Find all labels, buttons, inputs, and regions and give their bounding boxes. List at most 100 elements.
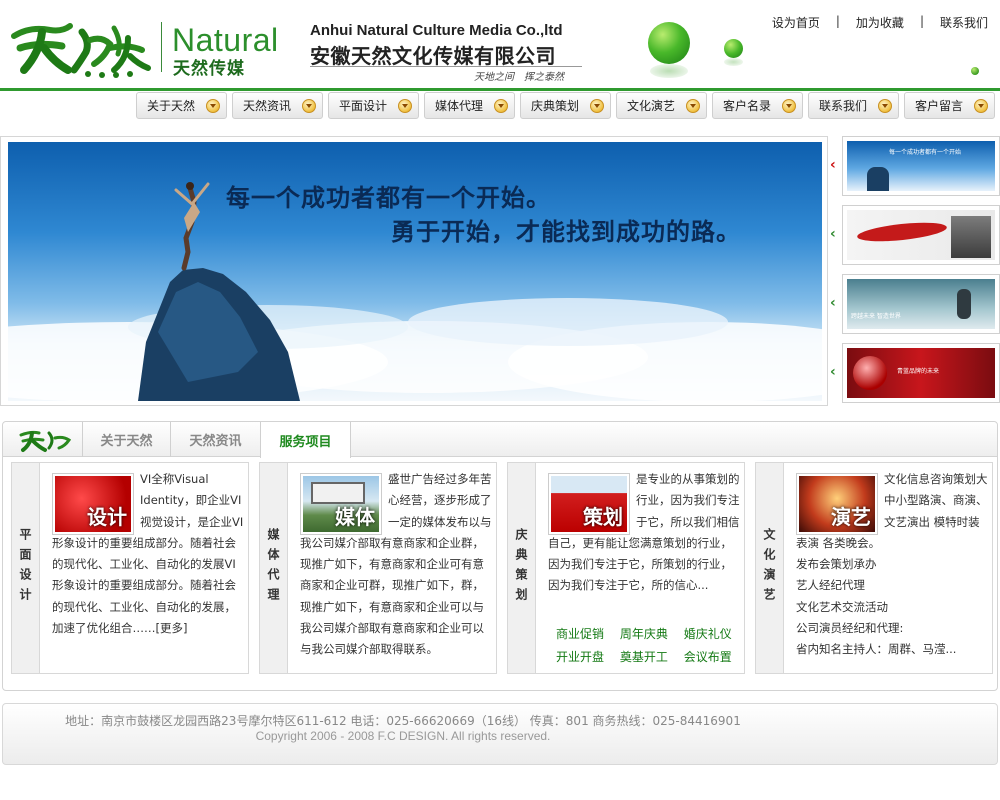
thumbnail-image: 青蓝品牌的未来 — [847, 348, 995, 398]
nav-media-agency[interactable]: 媒体代理 — [424, 92, 515, 119]
nav-label: 媒体代理 — [435, 99, 484, 113]
service-description: 文化信息咨询策划大中小型路演、商演、文艺演出 模特时装表演 各类晚会。 发布会策… — [796, 469, 988, 661]
thumbnail-item[interactable]: ‹ 每一个成功者都有一个开始 — [828, 136, 1000, 196]
service-link[interactable]: 婚庆礼仪 — [676, 623, 740, 646]
dropdown-arrow-icon — [878, 99, 892, 113]
add-favorite-link[interactable]: 加为收藏 — [856, 14, 904, 31]
thumbnail-caption: 青蓝品牌的未来 — [897, 368, 940, 375]
thumbnail-item[interactable]: ‹ 跨越未来 智造世界 — [828, 274, 1000, 334]
nav-label: 关于天然 — [147, 99, 196, 113]
service-line: 发布会策划承办 — [796, 557, 877, 572]
thumbnail-caption: 每一个成功者都有一个开始 — [889, 149, 962, 156]
company-name-chinese: 安徽天然文化传媒有限公司 — [310, 44, 556, 68]
dropdown-arrow-icon — [398, 99, 412, 113]
service-card-performance: 文化演艺 演艺 文化信息咨询策划大中小型路演、商演、文艺演出 模特时装表演 各类… — [755, 462, 993, 674]
tab-logo — [3, 422, 83, 457]
dropdown-arrow-icon — [302, 99, 316, 113]
green-orb-icon — [648, 22, 690, 64]
service-link[interactable]: 会议布置 — [676, 646, 740, 669]
company-underline — [310, 66, 582, 67]
green-orb-icon — [971, 67, 979, 75]
nav-graphic-design[interactable]: 平面设计 — [328, 92, 419, 119]
contact-us-link[interactable]: 联系我们 — [940, 14, 988, 31]
logo-chinese: 天然传媒 — [173, 59, 245, 79]
service-line: 省内知名主持人：周群、马滢... — [796, 642, 957, 657]
logo-calligraphy-icon[interactable] — [10, 18, 155, 80]
service-link[interactable]: 周年庆典 — [612, 623, 676, 646]
chevron-left-icon: ‹ — [830, 295, 836, 311]
dropdown-arrow-icon — [974, 99, 988, 113]
logo-divider — [161, 22, 162, 72]
tab-services[interactable]: 服务项目 — [260, 422, 351, 458]
service-line: 公司演员经纪和代理: — [796, 621, 904, 636]
banner-frame: 每一个成功者都有一个开始。 勇于开始，才能找到成功的路。 — [0, 136, 828, 406]
dropdown-arrow-icon — [590, 99, 604, 113]
dropdown-arrow-icon — [686, 99, 700, 113]
thumbnail-globe — [853, 356, 887, 390]
dropdown-arrow-icon — [494, 99, 508, 113]
service-line: 艺人经纪代理 — [796, 578, 865, 593]
top-links: 设为首页 | 加为收藏 | 联系我们 — [772, 14, 988, 31]
tab-about[interactable]: 关于天然 — [83, 422, 171, 457]
thumbnail-rock — [867, 167, 889, 191]
service-links: 商业促销 周年庆典 婚庆礼仪 开业开盘 奠基开工 会议布置 — [548, 623, 740, 669]
service-card-media: 媒体代理 媒体 盛世广告经过多年苦心经营，逐步形成了一定的媒体发布以与我公司媒介… — [259, 462, 497, 674]
green-orb-icon — [724, 39, 743, 58]
thumbnail-image: 跨越未来 智造世界 — [847, 279, 995, 329]
nav-label: 平面设计 — [339, 99, 388, 113]
chevron-left-icon: ‹ — [830, 364, 836, 380]
more-link[interactable]: [更多] — [156, 621, 188, 635]
service-link[interactable]: 商业促销 — [548, 623, 612, 646]
link-separator: | — [919, 14, 924, 28]
service-description: 盛世广告经过多年苦心经营，逐步形成了一定的媒体发布以与我公司媒介部取有意商家和企… — [300, 472, 492, 657]
thumbnail-frame — [842, 205, 1000, 265]
service-link[interactable]: 奠基开工 — [612, 646, 676, 669]
set-homepage-link[interactable]: 设为首页 — [772, 14, 820, 31]
orb-reflection — [650, 64, 688, 78]
chevron-left-icon: ‹ — [830, 157, 836, 173]
thumbnail-item[interactable]: ‹ — [828, 205, 1000, 265]
nav-celebration[interactable]: 庆典策划 — [520, 92, 611, 119]
nav-about[interactable]: 关于天然 — [136, 92, 227, 119]
thumbnail-caption: 跨越未来 智造世界 — [851, 313, 901, 320]
services-panel: 关于天然 天然资讯 服务项目 平面设计 设计 VI全称Visual Identi… — [2, 421, 998, 691]
nav-guestbook[interactable]: 客户留言 — [904, 92, 995, 119]
footer-address: 地址：南京市鼓楼区龙园西路23号摩尔特区611-612 电话：025-66620… — [65, 714, 741, 728]
nav-performance[interactable]: 文化演艺 — [616, 92, 707, 119]
link-separator: | — [835, 14, 840, 28]
service-description: VI全称Visual Identity，即企业VI视觉设计，是企业VI形象设计的… — [52, 472, 244, 636]
nav-news[interactable]: 天然资讯 — [232, 92, 323, 119]
service-side-label: 媒体代理 — [260, 463, 288, 673]
company-slogan: 天地之间 挥之泰然 — [474, 72, 564, 83]
chevron-left-icon: ‹ — [830, 226, 836, 242]
logo-calligraphy-icon — [19, 430, 72, 452]
tab-news[interactable]: 天然资讯 — [171, 422, 261, 457]
thumbnail-jumper — [957, 289, 971, 319]
thumbnail-image: 每一个成功者都有一个开始 — [847, 141, 995, 191]
header-green-rule — [0, 88, 1000, 91]
site-footer: 地址：南京市鼓楼区龙园西路23号摩尔特区611-612 电话：025-66620… — [2, 703, 998, 765]
orb-reflection — [724, 58, 743, 66]
nav-label: 客户留言 — [915, 99, 964, 113]
thumbnail-red-ribbon — [856, 219, 948, 245]
thumbnail-great-wall — [951, 216, 991, 258]
site-header: Natural 天然传媒 Anhui Natural Culture Media… — [0, 0, 1000, 91]
nav-contact[interactable]: 联系我们 — [808, 92, 899, 119]
thumbnail-frame: 每一个成功者都有一个开始 — [842, 136, 1000, 196]
nav-label: 文化演艺 — [627, 99, 676, 113]
footer-copyright: Copyright 2006 - 2008 F.C DESIGN. All ri… — [255, 729, 551, 743]
banner-image[interactable]: 每一个成功者都有一个开始。 勇于开始，才能找到成功的路。 — [8, 142, 822, 401]
nav-label: 天然资讯 — [243, 99, 292, 113]
service-description: 是专业的从事策划的行业，因为我们专注于它，所以我们相信自己，更有能让您满意策划的… — [548, 472, 740, 593]
service-card-design: 平面设计 设计 VI全称Visual Identity，即企业VI视觉设计，是企… — [11, 462, 249, 674]
service-side-label: 平面设计 — [12, 463, 40, 673]
thumbnail-frame: 青蓝品牌的未来 — [842, 343, 1000, 403]
banner-thumbnails: ‹ 每一个成功者都有一个开始 ‹ ‹ 跨越未来 智造世界 ‹ 青蓝品牌的未来 — [828, 136, 1000, 406]
service-link[interactable]: 开业开盘 — [548, 646, 612, 669]
service-card-celebration: 庆典策划 策划 是专业的从事策划的行业，因为我们专注于它，所以我们相信自己，更有… — [507, 462, 745, 674]
service-side-label: 庆典策划 — [508, 463, 536, 673]
main-nav: 关于天然 天然资讯 平面设计 媒体代理 庆典策划 文化演艺 客户名录 联系我们 … — [136, 92, 995, 120]
service-line: 文化艺术交流活动 — [796, 599, 888, 614]
thumbnail-item[interactable]: ‹ 青蓝品牌的未来 — [828, 343, 1000, 403]
nav-clients[interactable]: 客户名录 — [712, 92, 803, 119]
